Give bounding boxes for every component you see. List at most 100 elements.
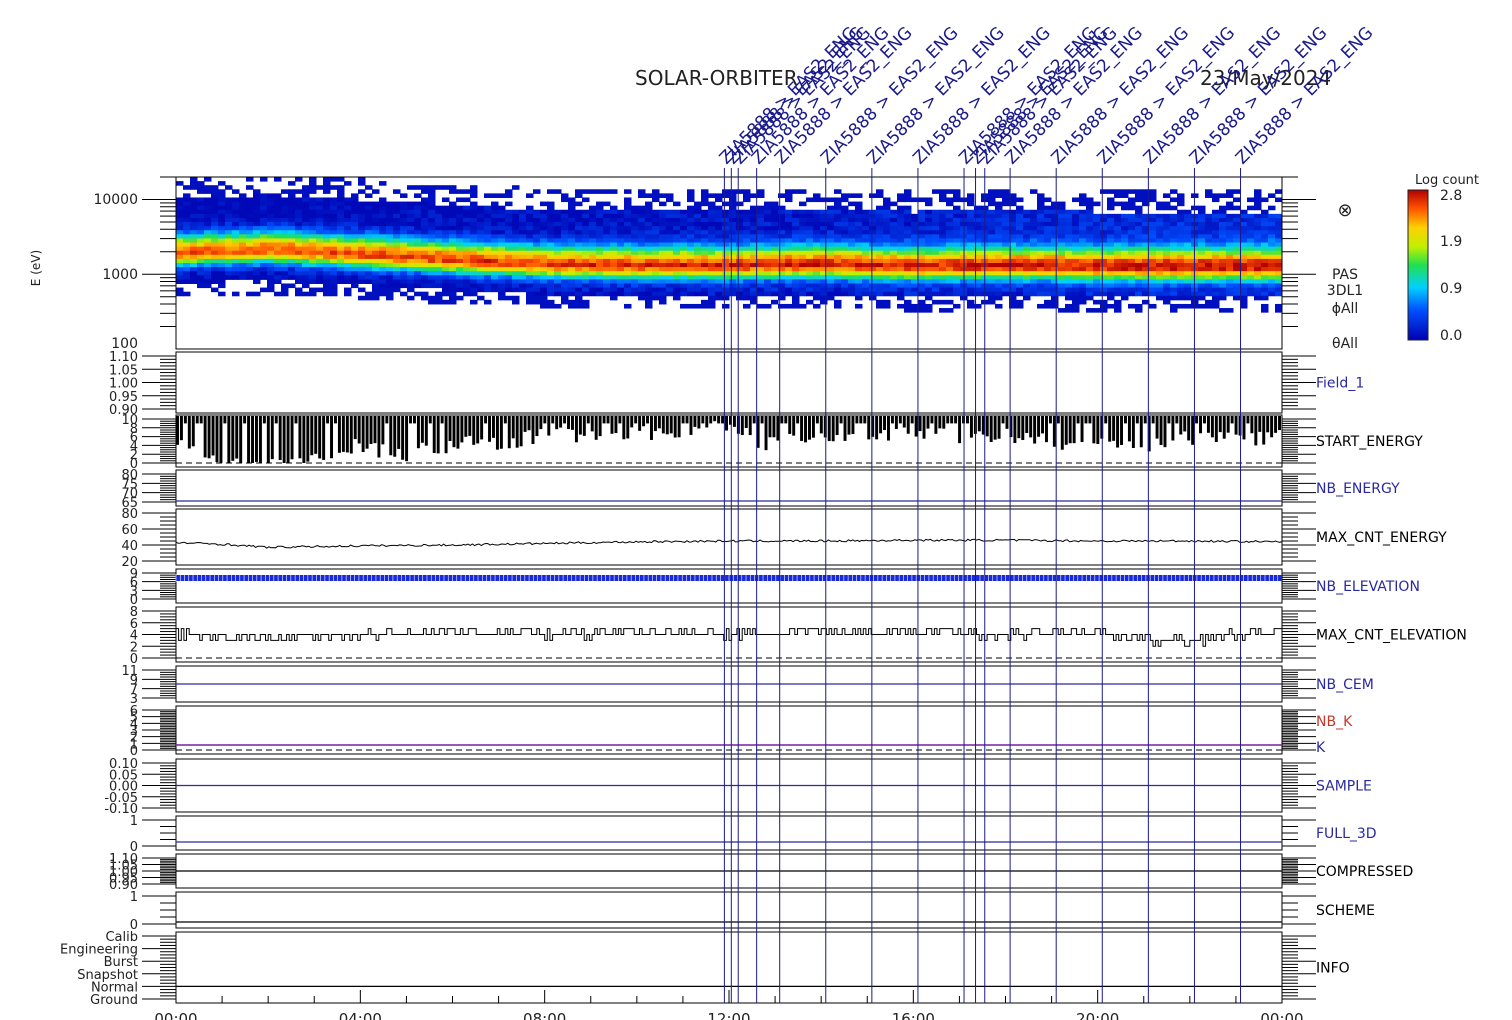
- spectrogram-cell: [1051, 303, 1059, 309]
- spectrogram-cell: [435, 275, 443, 280]
- spectrogram-cell: [1275, 263, 1283, 268]
- spectrogram-cell: [463, 283, 471, 289]
- spectrogram-cell: [1128, 197, 1136, 203]
- spectrogram-cell: [400, 201, 408, 207]
- spectrogram-cell: [309, 181, 317, 186]
- spectrogram-cell: [498, 222, 506, 227]
- spectrogram-cell: [302, 213, 310, 219]
- spectrogram-cell: [190, 217, 198, 223]
- spectrogram-cell: [386, 213, 394, 219]
- spectrogram-cell: [435, 205, 443, 211]
- spectrogram-cell: [708, 238, 716, 244]
- spectrogram-cell: [1072, 258, 1080, 264]
- spectrogram-cell: [645, 254, 653, 260]
- spectrogram-cell: [183, 242, 191, 248]
- spectrogram-cell: [645, 299, 653, 305]
- spectrogram-cell: [764, 234, 772, 239]
- spectrogram-cell: [225, 254, 233, 260]
- start-energy-bar: [203, 416, 207, 458]
- spectrogram-cell: [260, 222, 268, 227]
- spectrogram-cell: [771, 283, 779, 289]
- spectrogram-cell: [428, 197, 436, 203]
- spectrogram-cell: [365, 271, 373, 276]
- spectrogram-cell: [414, 267, 422, 272]
- spectrogram-cell: [1058, 205, 1066, 211]
- spectrogram-cell: [904, 303, 912, 309]
- spectrogram-cell: [491, 258, 499, 264]
- spectrogram-cell: [638, 213, 646, 219]
- spectrogram-cell: [239, 209, 247, 215]
- spectrogram-cell: [988, 275, 996, 280]
- spectrogram-cell: [743, 291, 751, 297]
- spectrogram-cell: [841, 291, 849, 297]
- spectrogram-cell: [414, 283, 422, 289]
- start-energy-bar: [511, 416, 515, 439]
- spectrogram-cell: [470, 283, 478, 289]
- spectrogram-cell: [379, 230, 387, 235]
- spectrogram-cell: [897, 303, 905, 309]
- spectrogram-cell: [358, 205, 366, 211]
- spectrogram-cell: [365, 217, 373, 223]
- spectrogram-cell: [1107, 303, 1115, 309]
- spectrogram-cell: [862, 213, 870, 219]
- spectrogram-cell: [834, 303, 842, 309]
- spectrogram-cell: [540, 279, 548, 284]
- spectrogram-cell: [1163, 267, 1171, 272]
- spectrogram-cell: [729, 258, 737, 264]
- spectrogram-cell: [904, 263, 912, 268]
- spectrogram-cell: [659, 254, 667, 260]
- start-energy-bar: [1234, 416, 1238, 435]
- spectrogram-cell: [869, 209, 877, 215]
- spectrogram-cell: [911, 238, 919, 244]
- spectrogram-cell: [484, 230, 492, 235]
- spectrogram-cell: [274, 242, 282, 248]
- start-energy-bar: [879, 416, 883, 434]
- spectrogram-cell: [834, 205, 842, 211]
- spectrogram-cell: [799, 263, 807, 268]
- spectrogram-cell: [1079, 209, 1087, 215]
- spectrogram-cell: [1058, 267, 1066, 272]
- spectrogram-cell: [946, 263, 954, 268]
- spectrogram-cell: [1079, 287, 1087, 293]
- colorbar-title: Log count: [1415, 173, 1479, 188]
- spectrogram-cell: [764, 283, 772, 289]
- spectrogram-cell: [225, 250, 233, 256]
- spectrogram-cell: [295, 238, 303, 244]
- spectrogram-cell: [498, 283, 506, 289]
- spectrogram-cell: [890, 209, 898, 215]
- spectrogram-cell: [659, 217, 667, 223]
- start-energy-bar: [448, 416, 452, 441]
- spectrogram-cell: [197, 283, 205, 289]
- spectrogram-cell: [925, 258, 933, 264]
- spectrogram-cell: [253, 230, 261, 235]
- spectrogram-cell: [883, 213, 891, 219]
- spectrogram-cell: [764, 213, 772, 219]
- spectrogram-cell: [617, 250, 625, 256]
- spectrogram-cell: [239, 197, 247, 203]
- start-energy-bar: [420, 416, 424, 443]
- spectrogram-cell: [1205, 299, 1213, 305]
- spectrogram-cell: [708, 267, 716, 272]
- spectrogram-cell: [554, 217, 562, 223]
- spectrogram-cell: [967, 217, 975, 223]
- spectrogram-cell: [505, 234, 513, 239]
- spectrogram-cell: [421, 209, 429, 215]
- start-energy-bar: [195, 416, 199, 424]
- spectrogram-cell: [379, 238, 387, 244]
- spectrogram-cell: [708, 193, 716, 198]
- spectrogram-cell: [785, 283, 793, 289]
- spectrogram-cell: [183, 258, 191, 264]
- spectrogram-cell: [1261, 287, 1269, 293]
- spectrogram-cell: [1275, 308, 1283, 313]
- spectrogram-cell: [1030, 189, 1038, 194]
- panel-label-nb-energy: NB_ENERGY: [1316, 481, 1400, 497]
- spectrogram-cell: [1205, 250, 1213, 256]
- spectrogram-cell: [568, 217, 576, 223]
- spectrogram-cell: [281, 287, 289, 293]
- spectrogram-cell: [1219, 271, 1227, 276]
- spectrogram-cell: [771, 271, 779, 276]
- spectrogram-cell: [1135, 217, 1143, 223]
- spectrogram-cell: [946, 267, 954, 272]
- spectrogram-cell: [1037, 258, 1045, 264]
- spectrogram-cell: [1065, 291, 1073, 297]
